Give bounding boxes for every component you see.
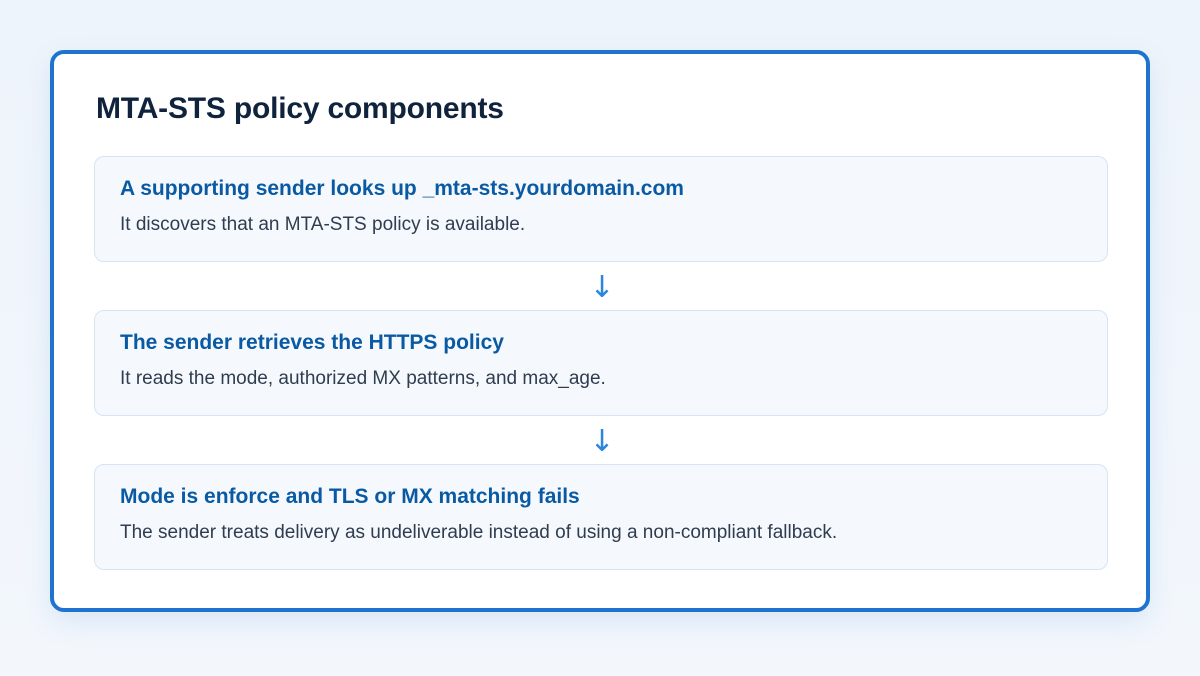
diagram-card: MTA-STS policy components A supporting s… <box>50 50 1150 612</box>
step-2-heading: The sender retrieves the HTTPS policy <box>120 331 504 354</box>
step-1-heading: A supporting sender looks up _mta-sts.yo… <box>120 177 684 200</box>
step-3-description: The sender treats delivery as undelivera… <box>120 522 838 543</box>
step-3-box: Mode is enforce and TLS or MX matching f… <box>94 464 1108 570</box>
down-arrow-icon: ↓ <box>589 270 615 305</box>
step-1-description: It discovers that an MTA-STS policy is a… <box>120 214 526 235</box>
step-2-description: It reads the mode, authorized MX pattern… <box>120 368 606 389</box>
step-1-box: A supporting sender looks up _mta-sts.yo… <box>94 156 1108 262</box>
step-2-box: The sender retrieves the HTTPS policy It… <box>94 310 1108 416</box>
diagram-title: MTA-STS policy components <box>96 92 504 125</box>
step-3-heading: Mode is enforce and TLS or MX matching f… <box>120 485 580 508</box>
down-arrow-icon: ↓ <box>589 424 615 459</box>
